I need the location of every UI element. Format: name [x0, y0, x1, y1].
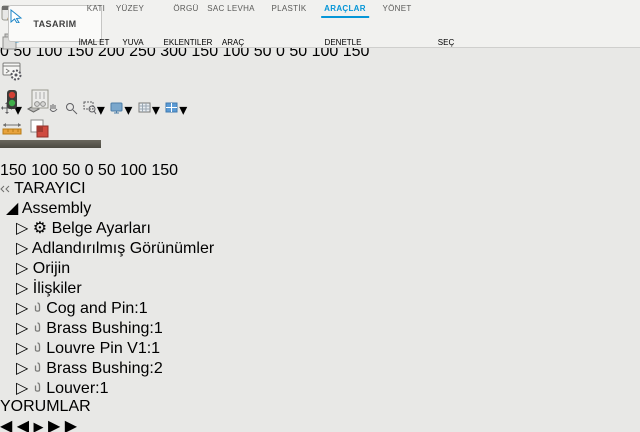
group-label-nest[interactable]: YUVA [122, 38, 143, 47]
tab-sheetmetal[interactable]: SAC LEVHA [204, 3, 258, 16]
toolbar: TASARIM KATI YÜZEY ÖRGÜ SAC LEVHA PLASTİ… [0, 0, 640, 48]
timeline-go-start-button[interactable]: ◀ [0, 418, 12, 432]
link-icon [33, 380, 42, 397]
tree-item-joints[interactable]: ▷ İlişkiler [0, 278, 640, 298]
collapse-panel-icon[interactable] [0, 185, 10, 193]
bushing-top[interactable] [0, 148, 3, 156]
tab-solid[interactable]: KATI [84, 3, 108, 16]
group-label-addins[interactable]: EKLENTILER [164, 38, 213, 47]
tree-item-label: Brass Bushing:2 [46, 360, 163, 377]
expand-icon[interactable]: ▷ [16, 220, 28, 237]
workspace-label: TASARIM [33, 19, 76, 29]
tab-plastic[interactable]: PLASTİK [268, 3, 309, 16]
link-icon [33, 360, 42, 377]
tab-surface[interactable]: YÜZEY [113, 3, 147, 16]
ruler-tick: 100 [31, 162, 58, 179]
ruler-tick: 150 [0, 162, 27, 179]
tree-item-label: Louvre Pin V1:1 [46, 340, 160, 357]
tree-item-label: Adlandırılmış Görünümler [32, 240, 214, 257]
tree-item-brass-bushing-2[interactable]: ▷ Brass Bushing:2 [0, 358, 640, 378]
tree-item-louver[interactable]: ▷ Louver:1 [0, 378, 640, 398]
tree-item-label: Brass Bushing:1 [46, 320, 163, 337]
tree-item-label: Belge Ayarları [52, 220, 151, 237]
tree-root-assembly[interactable]: ◢ Assembly [0, 198, 640, 218]
expand-icon[interactable]: ▷ [16, 320, 28, 337]
browser-header[interactable]: TARAYICI [0, 180, 640, 198]
group-label-make[interactable]: İMAL ET [79, 38, 110, 47]
tree-item-cog-and-pin[interactable]: ▷ Cog and Pin:1 [0, 298, 640, 318]
timeline-play-button[interactable]: ▶ [34, 419, 44, 432]
tree-item-origin[interactable]: ▷ Orijin [0, 258, 640, 278]
timeline-bar: ◀ ◀ ▶ ▶ ▶ [0, 416, 640, 432]
interference-icon[interactable] [28, 116, 52, 140]
timeline-step-back-button[interactable]: ◀ [17, 418, 29, 432]
ruler-tick: 50 [98, 162, 116, 179]
tree-item-label: Louver:1 [46, 380, 108, 397]
expand-icon[interactable]: ▷ [16, 260, 28, 277]
tab-mesh[interactable]: ÖRGÜ [170, 3, 201, 16]
timeline-go-end-button[interactable]: ▶ [65, 418, 77, 432]
tree-item-label: Cog and Pin:1 [46, 300, 147, 317]
link-icon [33, 320, 42, 337]
group-label-tool[interactable]: ARAÇ [222, 38, 244, 47]
link-icon [33, 300, 42, 317]
browser-title: TARAYICI [14, 180, 85, 197]
timeline-step-forward-button[interactable]: ▶ [48, 418, 60, 432]
expand-icon[interactable]: ▷ [16, 300, 28, 317]
browser-panel: TARAYICI ◢ Assembly ▷ ⚙ Belge Ayarları ▷… [0, 180, 640, 398]
tree-item-document-settings[interactable]: ▷ ⚙ Belge Ayarları [0, 218, 640, 238]
tree-item-brass-bushing-1[interactable]: ▷ Brass Bushing:1 [0, 318, 640, 338]
group-label-inspect[interactable]: DENETLE [325, 38, 362, 47]
ruler-tick: 50 [62, 162, 80, 179]
tree-item-label: Orijin [33, 260, 70, 277]
tree-item-label: İlişkiler [33, 280, 82, 297]
expand-icon[interactable]: ▷ [16, 360, 28, 377]
fusion-window: TASARIM KATI YÜZEY ÖRGÜ SAC LEVHA PLASTİ… [0, 0, 640, 432]
ruler-tick: 0 [85, 162, 94, 179]
cursor-icon [10, 9, 23, 23]
root-label[interactable]: Assembly [22, 200, 91, 217]
ruler-tick: 150 [151, 162, 178, 179]
link-icon [33, 340, 42, 357]
comments-bar[interactable]: YORUMLAR [0, 398, 640, 416]
group-label-select[interactable]: SEÇ [438, 38, 454, 47]
expand-icon[interactable]: ▷ [16, 340, 28, 357]
gear-icon: ⚙ [33, 220, 47, 237]
tab-manage[interactable]: YÖNET [379, 3, 414, 16]
machine-icon[interactable] [28, 87, 52, 111]
tab-tools[interactable]: ARAÇLAR [321, 3, 369, 18]
expand-icon[interactable]: ▷ [16, 380, 28, 397]
expand-icon[interactable]: ◢ [6, 200, 18, 217]
measure-icon[interactable] [0, 116, 24, 140]
addins-icon[interactable] [0, 58, 24, 82]
tree-item-named-views[interactable]: ▷ Adlandırılmış Görünümler [0, 238, 640, 258]
tree-item-louvre-pin[interactable]: ▷ Louvre Pin V1:1 [0, 338, 640, 358]
expand-icon[interactable]: ▷ [16, 240, 28, 257]
traffic-light-icon[interactable] [0, 87, 24, 111]
expand-icon[interactable]: ▷ [16, 280, 28, 297]
ruler-tick: 100 [120, 162, 147, 179]
comments-title: YORUMLAR [0, 398, 91, 415]
